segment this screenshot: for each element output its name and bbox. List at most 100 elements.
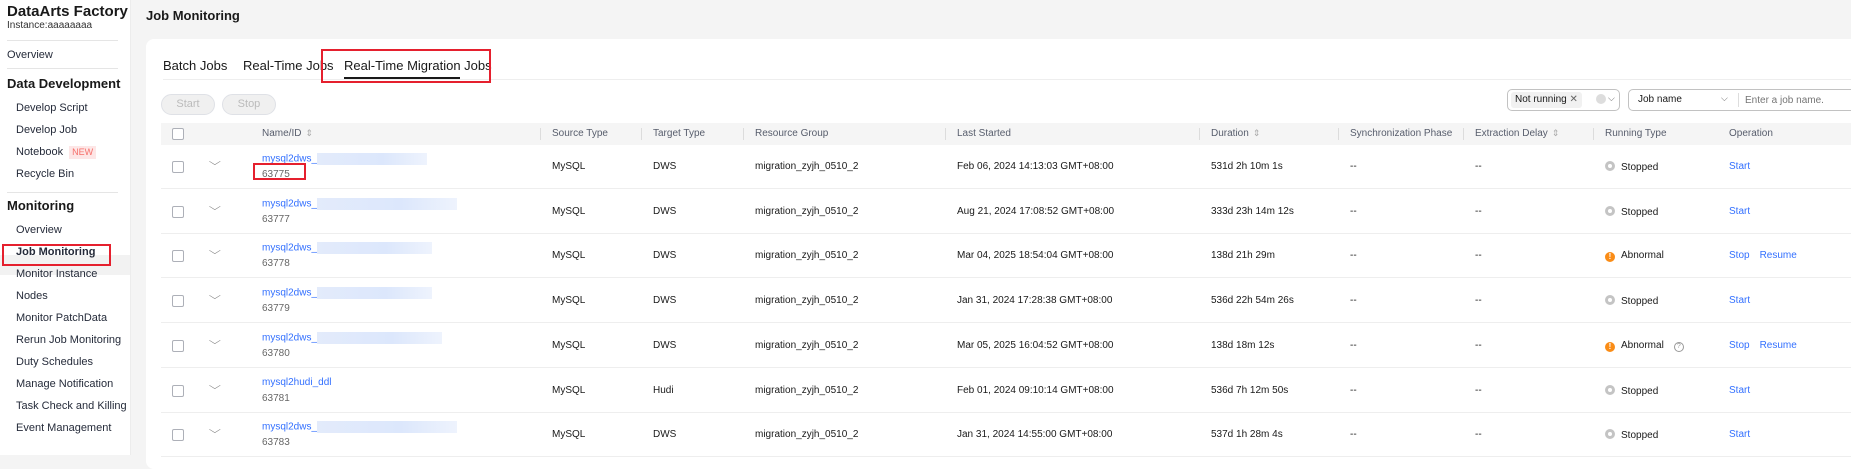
sidebar-item-overview[interactable]: Overview: [7, 49, 53, 61]
sidebar-item-job-monitoring[interactable]: Job Monitoring: [16, 246, 95, 258]
sidebar-item-task-check-and-killing[interactable]: Task Check and Killing: [16, 400, 127, 412]
column-header-resource-group: Resource Group: [755, 128, 828, 139]
job-name-link[interactable]: mysql2dws_: [262, 198, 317, 209]
job-name-link[interactable]: mysql2hudi_ddl: [262, 377, 332, 388]
job-name-cell: mysql2hudi_ddl: [262, 377, 332, 388]
chip-label: Not running: [1515, 94, 1567, 105]
job-name-link[interactable]: mysql2dws_: [262, 243, 317, 254]
sidebar-item-manage-notification[interactable]: Manage Notification: [16, 378, 113, 390]
row-checkbox[interactable]: [172, 205, 184, 218]
column-header-duration[interactable]: Duration ⇕: [1211, 128, 1260, 139]
row-checkbox[interactable]: [172, 161, 184, 173]
column-divider: [1338, 128, 1339, 140]
source-type: MySQL: [552, 295, 586, 307]
sidebar-item-recycle-bin[interactable]: Recycle Bin: [16, 168, 74, 180]
sidebar-item-monitor-patchdata[interactable]: Monitor PatchData: [16, 312, 107, 324]
sidebar-item-monitor-instance[interactable]: Monitor Instance: [16, 268, 97, 280]
resource-group: migration_zyjh_0510_2: [755, 161, 859, 172]
stopped-icon: [1605, 205, 1615, 216]
job-id: 63781: [262, 392, 290, 404]
row-checkbox[interactable]: [172, 250, 184, 263]
chevron-down-icon[interactable]: ⌵: [209, 336, 221, 347]
search-input[interactable]: [1745, 92, 1851, 108]
sync-phase: --: [1350, 205, 1357, 217]
table-row: ⌵ mysql2dws_ 63775 MySQL DWS migration_zyjh_0…: [161, 145, 1851, 189]
job-id: 63778: [262, 258, 290, 270]
operation-cell: Stop Resume: [1729, 250, 1797, 261]
tab-real-time-jobs[interactable]: Real-Time Jobs: [243, 58, 334, 73]
select-all-checkbox[interactable]: [172, 128, 184, 140]
chevron-down-icon[interactable]: ⌵: [209, 425, 221, 436]
job-name-link[interactable]: mysql2dws_: [262, 154, 317, 165]
resume-link[interactable]: Resume: [1760, 250, 1797, 261]
stop-link[interactable]: Stop: [1729, 250, 1750, 261]
stopped-icon: [1605, 384, 1615, 395]
chevron-down-icon: ⌵: [1721, 93, 1728, 103]
sidebar-item-develop-script[interactable]: Develop Script: [16, 102, 88, 114]
chevron-down-icon[interactable]: ⌵: [209, 157, 221, 168]
start-link[interactable]: Start: [1729, 206, 1750, 217]
sidebar-item-develop-job[interactable]: Develop Job: [16, 124, 77, 136]
stop-link[interactable]: Stop: [1729, 340, 1750, 351]
search-field-select[interactable]: Job name: [1638, 94, 1682, 105]
sidebar-item-label: Develop Job: [16, 124, 78, 136]
start-button[interactable]: Start: [161, 94, 215, 115]
sidebar-item-nodes[interactable]: Nodes: [16, 290, 48, 302]
start-link[interactable]: Start: [1729, 385, 1750, 396]
source-type: MySQL: [552, 339, 586, 351]
sidebar-item-label: Overview: [16, 224, 62, 236]
sidebar-item-label: Recycle Bin: [16, 168, 75, 180]
sort-icon[interactable]: ⇕: [1253, 128, 1261, 138]
row-checkbox[interactable]: [172, 295, 184, 308]
sync-phase: --: [1350, 161, 1357, 172]
column-header-name-id[interactable]: Name/ID ⇕: [262, 128, 313, 139]
sort-icon[interactable]: ⇕: [1552, 128, 1560, 138]
row-checkbox[interactable]: [172, 384, 184, 397]
resource-group: migration_zyjh_0510_2: [755, 429, 859, 441]
tab-batch-jobs[interactable]: Batch Jobs: [163, 58, 227, 73]
operation-cell: Start: [1729, 206, 1750, 217]
sidebar-item-notebook[interactable]: Notebook NEW: [16, 146, 97, 159]
column-divider: [641, 128, 642, 140]
last-started: Aug 21, 2024 17:08:52 GMT+08:00: [957, 205, 1115, 217]
start-link[interactable]: Start: [1729, 295, 1750, 306]
job-id: 63780: [262, 347, 290, 359]
sidebar-item-event-management[interactable]: Event Management: [16, 422, 111, 434]
redacted-name: [317, 153, 428, 165]
chevron-down-icon[interactable]: ⌵: [209, 246, 221, 257]
last-started: Jan 31, 2024 17:28:38 GMT+08:00: [957, 295, 1113, 307]
chevron-down-icon[interactable]: ⌵: [209, 291, 221, 302]
close-icon[interactable]: ✕: [1569, 94, 1577, 105]
row-checkbox[interactable]: [172, 429, 184, 442]
stop-button[interactable]: Stop: [222, 94, 276, 115]
sync-phase: --: [1350, 429, 1357, 441]
sync-phase: --: [1350, 250, 1357, 262]
divider: [7, 192, 118, 193]
sort-icon[interactable]: ⇕: [305, 128, 313, 138]
tab-real-time-migration-jobs[interactable]: Real-Time Migration Jobs: [344, 58, 492, 73]
job-name-link[interactable]: mysql2dws_: [262, 422, 317, 433]
sidebar-item-overview[interactable]: Overview: [16, 224, 62, 236]
sidebar-item-label: Develop Script: [16, 102, 88, 114]
sidebar-item-rerun-job-monitoring[interactable]: Rerun Job Monitoring: [16, 334, 121, 346]
help-icon[interactable]: ?: [1673, 341, 1684, 352]
column-header-extraction-delay[interactable]: Extraction Delay ⇕: [1475, 128, 1559, 139]
column-header-label: Last Started: [957, 128, 1011, 139]
column-header-label: Synchronization Phase: [1350, 128, 1453, 139]
start-link[interactable]: Start: [1729, 161, 1750, 172]
sidebar-item-duty-schedules[interactable]: Duty Schedules: [16, 356, 93, 368]
column-header-running-type: Running Type: [1605, 128, 1667, 139]
loading-dot-icon: [1596, 94, 1606, 104]
resume-link[interactable]: Resume: [1760, 340, 1797, 351]
start-link[interactable]: Start: [1729, 429, 1750, 440]
chevron-down-icon[interactable]: ⌵: [209, 202, 221, 213]
row-checkbox[interactable]: [172, 339, 184, 352]
job-name-cell: mysql2dws_: [262, 153, 428, 165]
job-name-link[interactable]: mysql2dws_: [262, 332, 317, 343]
column-divider: [1199, 128, 1200, 140]
table-row: ⌵ mysql2dws_ 63777 MySQL DWS migration_zyjh_0…: [161, 190, 1851, 234]
chevron-down-icon[interactable]: ⌵: [209, 381, 221, 392]
status-filter-select[interactable]: Not running ✕ ⌵: [1507, 89, 1620, 111]
job-name-link[interactable]: mysql2dws_: [262, 288, 317, 299]
extraction-delay: --: [1475, 205, 1482, 217]
